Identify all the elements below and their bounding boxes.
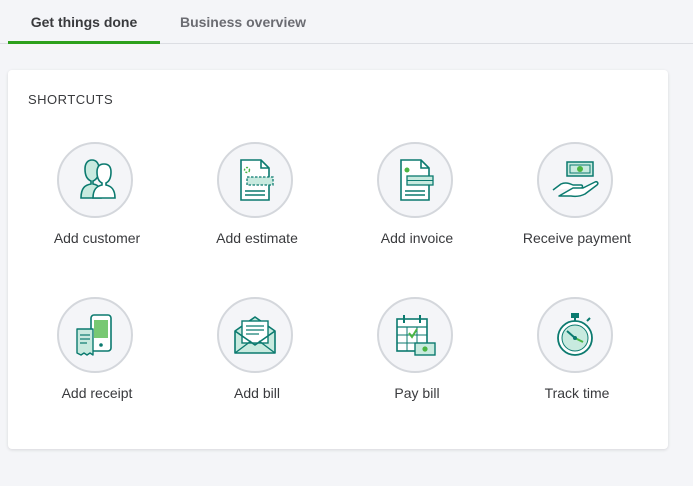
add-invoice-label: Add invoice — [380, 230, 454, 246]
add-estimate-label: Add estimate — [216, 230, 298, 246]
stopwatch-icon — [557, 313, 593, 356]
add-customer-button[interactable] — [57, 142, 133, 218]
add-invoice-shortcut[interactable]: Add invoice — [342, 142, 492, 272]
tab-bar: Get things done Business overview — [0, 0, 693, 44]
payment-icon — [552, 161, 599, 198]
track-time-shortcut[interactable]: Track time — [502, 297, 652, 427]
track-time-label: Track time — [544, 385, 610, 401]
receive-payment-shortcut[interactable]: Receive payment — [502, 142, 652, 272]
add-receipt-shortcut[interactable]: Add receipt — [22, 297, 172, 427]
pay-bill-shortcut[interactable]: Pay bill — [342, 297, 492, 427]
add-receipt-button[interactable] — [57, 297, 133, 373]
add-bill-shortcut[interactable]: Add bill — [182, 297, 332, 427]
add-invoice-button[interactable] — [377, 142, 453, 218]
add-receipt-label: Add receipt — [61, 385, 133, 401]
tab-business-overview[interactable]: Business overview — [170, 0, 316, 44]
add-customer-shortcut[interactable]: Add customer — [22, 142, 172, 272]
pay-bill-button[interactable] — [377, 297, 453, 373]
pay-bill-label: Pay bill — [394, 385, 440, 401]
track-time-button[interactable] — [537, 297, 613, 373]
estimate-icon — [240, 159, 274, 201]
add-bill-button[interactable] — [217, 297, 293, 373]
add-customer-label: Add customer — [53, 230, 141, 246]
tab-get-things-done[interactable]: Get things done — [8, 0, 160, 44]
invoice-icon — [400, 159, 434, 201]
receive-payment-button[interactable] — [537, 142, 613, 218]
bill-icon — [234, 316, 276, 354]
shortcuts-card: SHORTCUTS Add customer Add estimate Add … — [8, 70, 668, 449]
receive-payment-label: Receive payment — [522, 230, 632, 246]
receipt-icon — [76, 314, 112, 356]
shortcuts-title: SHORTCUTS — [28, 92, 114, 107]
pay-bill-icon — [396, 315, 436, 356]
add-bill-label: Add bill — [234, 385, 280, 401]
add-estimate-button[interactable] — [217, 142, 293, 218]
customer-icon — [80, 159, 116, 199]
add-estimate-shortcut[interactable]: Add estimate — [182, 142, 332, 272]
